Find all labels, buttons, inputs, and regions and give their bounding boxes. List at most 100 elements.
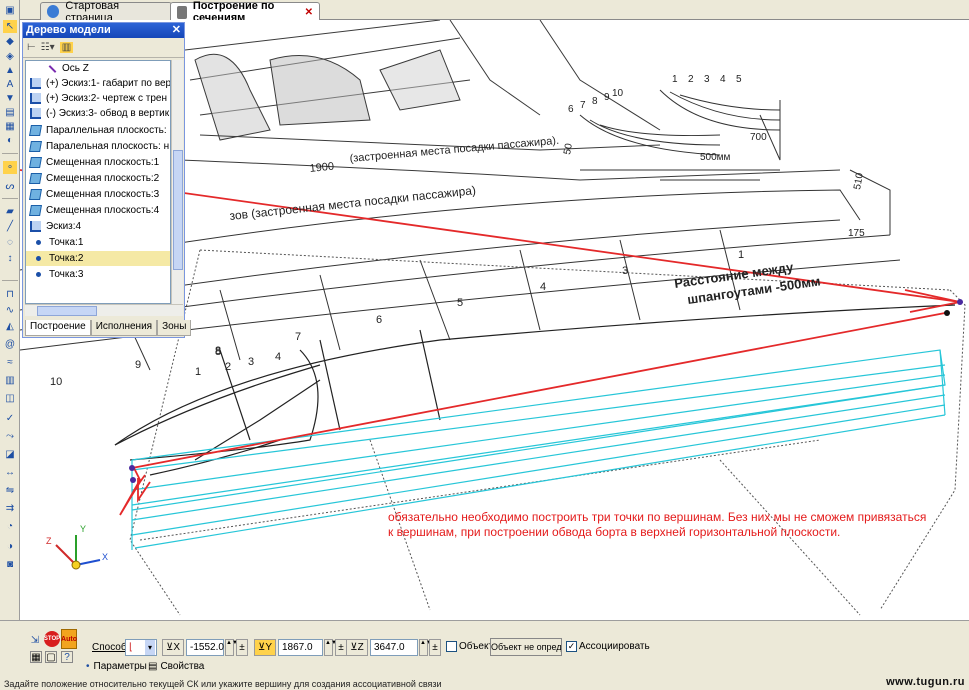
tree-item-offset-plane-1[interactable]: Смещенная плоскость:1: [26, 155, 170, 170]
z-coordinate-input[interactable]: 3647.0: [370, 639, 418, 656]
vertex-point-2[interactable]: [944, 310, 950, 316]
tab-versions[interactable]: Исполнения: [90, 320, 158, 336]
stop-button[interactable]: STOP: [44, 631, 60, 647]
plane-icon: [29, 189, 42, 200]
kinematic-icon[interactable]: ▲: [3, 64, 17, 77]
arc-tool-icon[interactable]: ◌: [3, 236, 17, 249]
shell-icon[interactable]: ◐: [3, 134, 17, 147]
section-number: 4: [275, 351, 281, 363]
scroll-thumb[interactable]: [173, 150, 183, 270]
blend-icon[interactable]: ◑: [3, 540, 17, 553]
trim-icon[interactable]: ◪: [3, 448, 17, 461]
tree-view-icon[interactable]: ▥: [59, 42, 74, 53]
connect-icon[interactable]: ⤳: [3, 430, 17, 443]
patch-icon[interactable]: ◫: [3, 392, 17, 405]
tree-item-sketch-2[interactable]: (+) Эскиз:2- чертеж с трен: [26, 91, 170, 106]
plane-icon: [29, 141, 42, 152]
vertex-point-1[interactable]: [957, 299, 963, 305]
tab-properties[interactable]: ▤ Свойства: [148, 661, 204, 672]
tree-item-point-2[interactable]: Точка:2: [26, 251, 170, 266]
auto-button[interactable]: Auto: [61, 629, 77, 649]
tree-item-axis-z[interactable]: Ось Z: [26, 61, 170, 76]
tree-item-parallel-plane-top[interactable]: Параллельная плоскость: в: [26, 123, 170, 138]
object-undefined-button[interactable]: Объект не опред: [490, 638, 562, 656]
x-spin-button[interactable]: ▲▼: [225, 639, 238, 656]
scroll-thumb[interactable]: [37, 306, 97, 316]
help-icon[interactable]: ?: [61, 651, 73, 663]
tree-vertical-scrollbar[interactable]: [171, 60, 183, 304]
tab-properties-label: Свойства: [160, 661, 205, 672]
tree-item-sketch-3[interactable]: (-) Эскиз:3- обвод в вертик: [26, 106, 170, 121]
close-icon[interactable]: ✕: [305, 7, 313, 18]
blueprint-plan: [179, 20, 841, 181]
offset-icon[interactable]: ⇉: [3, 502, 17, 515]
close-icon[interactable]: ✕: [172, 23, 181, 38]
section-number: 2: [225, 361, 231, 373]
point-tool-icon[interactable]: ∘: [3, 161, 17, 174]
extrude-icon[interactable]: ◆: [3, 35, 17, 48]
panel-title: Дерево модели: [26, 24, 111, 36]
tree-structure-icon[interactable]: ⊢: [27, 42, 36, 53]
bracket-icon[interactable]: ⊓: [3, 288, 17, 301]
grid-icon[interactable]: ▦: [30, 651, 42, 663]
surface-icon[interactable]: ▥: [3, 374, 17, 387]
tree-filter-icon[interactable]: ☷▾: [41, 42, 55, 53]
folder-icon[interactable]: ▰: [3, 205, 17, 218]
arrow-icon[interactable]: ⇲: [28, 633, 42, 647]
z-plusminus-button[interactable]: ±: [429, 639, 441, 656]
tree-item-offset-plane-2[interactable]: Смещенная плоскость:2: [26, 171, 170, 186]
section-number: 3: [704, 74, 710, 85]
vertex-point-4[interactable]: [130, 477, 136, 483]
tab-loft-model[interactable]: Построение по сечениям ✕: [170, 0, 320, 24]
tree-horizontal-scrollbar[interactable]: [25, 304, 183, 316]
x-coordinate-input[interactable]: -1552.0: [186, 639, 224, 656]
tab-parameters[interactable]: • Параметры: [86, 661, 147, 672]
curve-icon[interactable]: ᔕ: [3, 180, 17, 193]
associate-checkbox[interactable]: ✓: [566, 641, 577, 652]
mirror-icon[interactable]: ⇋: [3, 484, 17, 497]
extend-icon[interactable]: ↔: [3, 466, 17, 479]
rotate-icon[interactable]: ◈: [3, 50, 17, 63]
wave-icon[interactable]: ≈: [3, 356, 17, 369]
window-icon[interactable]: ▢: [45, 651, 57, 663]
cursor-icon[interactable]: ↖: [3, 20, 17, 33]
spline-icon[interactable]: ∿: [3, 304, 17, 317]
filter-icon[interactable]: ▼: [3, 92, 17, 105]
y-spin-button[interactable]: ▲▼: [324, 639, 337, 656]
cube-icon[interactable]: ▣: [3, 4, 17, 17]
method-select[interactable]: ⌊ ▾: [125, 639, 157, 656]
x-coordinate-toggle[interactable]: ⊻X: [162, 639, 184, 656]
object-checkbox[interactable]: [446, 641, 457, 652]
spiral-icon[interactable]: @: [3, 338, 17, 351]
part-icon: [177, 5, 187, 19]
hole-icon[interactable]: ◙: [3, 558, 17, 571]
tree-item-label: Смещенная плоскость:2: [46, 173, 160, 184]
tab-zones[interactable]: Зоны: [157, 320, 192, 336]
check-icon[interactable]: ✓: [3, 412, 17, 425]
y-coordinate-toggle[interactable]: ⊻Y: [254, 639, 276, 656]
shape-icon[interactable]: ◭: [3, 320, 17, 333]
tree-item-offset-plane-3[interactable]: Смещенная плоскость:3: [26, 187, 170, 202]
x-plusminus-button[interactable]: ±: [236, 639, 248, 656]
tree-item-parallel-plane-bottom[interactable]: Паралельная плоскость: н: [26, 139, 170, 154]
line-tool-icon[interactable]: ╱: [3, 220, 17, 233]
tab-construction[interactable]: Построение: [25, 320, 91, 336]
measure-icon[interactable]: ↕: [3, 252, 17, 265]
chevron-down-icon[interactable]: ▾: [145, 640, 155, 655]
tree-item-point-3[interactable]: Точка:3: [26, 267, 170, 282]
y-coordinate-input[interactable]: 1867.0: [278, 639, 323, 656]
fillet-icon[interactable]: ◔: [3, 520, 17, 533]
z-spin-button[interactable]: ▲▼: [419, 639, 432, 656]
tab-start-page[interactable]: Стартовая страница: [40, 0, 172, 24]
loft-icon[interactable]: A: [3, 78, 17, 91]
tree-item-offset-plane-4[interactable]: Смещенная плоскость:4: [26, 203, 170, 218]
tree-item-label: Эскиз:4: [46, 221, 82, 232]
vertex-point-3[interactable]: [129, 465, 135, 471]
document-icon[interactable]: ▤: [3, 106, 17, 119]
plane-tool-icon[interactable]: ▦: [3, 120, 17, 133]
method-label: Способ: [92, 642, 127, 653]
tree-item-sketch-4[interactable]: Эскиз:4: [26, 219, 170, 234]
tree-item-sketch-1[interactable]: (+) Эскиз:1- габарит по вер: [26, 76, 170, 91]
z-coordinate-toggle[interactable]: ⊻Z: [346, 639, 368, 656]
tree-item-point-1[interactable]: Точка:1: [26, 235, 170, 250]
